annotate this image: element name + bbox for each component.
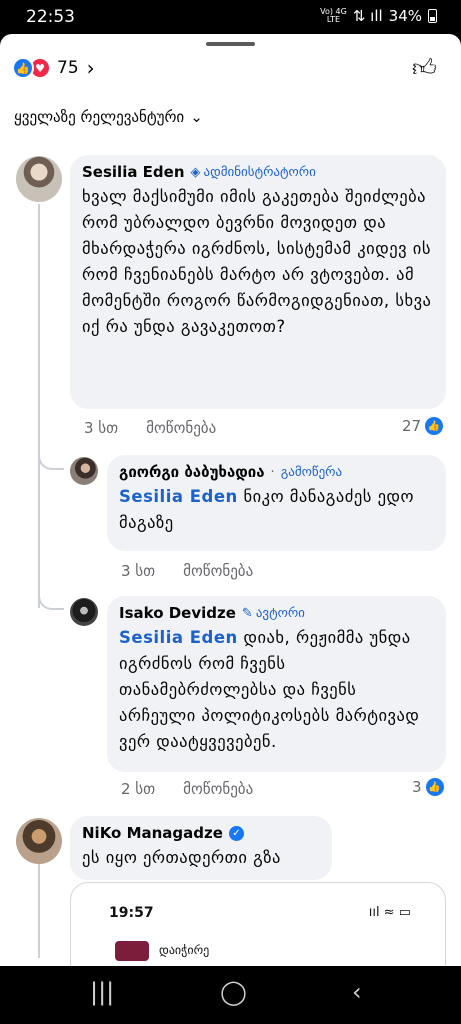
thread-line (38, 204, 40, 608)
screenshot-app-icon (115, 941, 149, 961)
sort-label: ყველაზე რელევანტური (14, 108, 185, 126)
thumbs-up-icon: 👍 (425, 778, 444, 796)
reactions-count: 75 (57, 58, 79, 78)
pencil-icon: ✎ (241, 605, 253, 621)
reply-text: Sesilia Eden ნიკო მანაგაძეს ედო მაგაზე (119, 487, 414, 532)
comment-time[interactable]: 3 სთ (84, 419, 118, 437)
reply-actions: 3 სთ მოწონება (121, 562, 253, 580)
battery-icon (428, 9, 437, 23)
screenshot-time: 19:57 (109, 905, 154, 921)
reply-bubble: Isako Devidze ✎ ავტორი Sesilia Eden დიახ… (107, 596, 446, 772)
thumbs-up-outline-icon: 👍︎ (411, 54, 437, 82)
home-icon[interactable]: ◯ (220, 978, 247, 1006)
comment-author[interactable]: NiKo Managadze (82, 824, 223, 842)
comment-like-count[interactable]: 27 👍 (402, 417, 444, 435)
back-icon[interactable]: ‹ (352, 978, 362, 1006)
status-time: 22:53 (26, 7, 75, 27)
like-button[interactable]: მოწონება (183, 562, 253, 580)
comment-text: ხვალ მაქსიმუმი იმის გაკეთება შეიძლება რო… (82, 187, 432, 336)
system-nav-bar: ||| ◯ ‹ (0, 966, 461, 1024)
reply-time[interactable]: 2 სთ (121, 780, 155, 798)
like-button[interactable]: მოწონება (146, 419, 216, 437)
avatar[interactable] (16, 818, 62, 864)
attached-screenshot[interactable]: 19:57 ııl ≈ ▭ დაიჭირე (70, 882, 446, 966)
battery-text: 34% (388, 7, 422, 25)
reactions-summary[interactable]: 👍 ♥ 75 › (12, 56, 95, 80)
status-icons: Vo) 4G LTE ⇅ ıll 34% (320, 7, 437, 25)
comment-bubble: NiKo Managadze ✓ ეს იყო ერთადერთი გზა (70, 816, 332, 880)
comment-bubble: Sesilia Eden ◈ ადმინისტრატორი ხვალ მაქსი… (70, 155, 446, 409)
thumbs-up-icon: 👍 (425, 417, 444, 435)
comment-text: ეს იყო ერთადერთი გზა (82, 848, 281, 867)
comment-author[interactable]: Sesilia Eden (82, 163, 185, 181)
reply-text: Sesilia Eden დიახ, რეჟიმმა უნდა იგრძნოს … (119, 628, 420, 751)
thread-connector-reply-2 (38, 584, 64, 610)
chevron-right-icon: › (86, 56, 95, 80)
comment-actions: 3 სთ მოწონება (84, 419, 216, 437)
reply-author[interactable]: გიორგი ბაბუხადია (119, 463, 265, 481)
status-bar: 22:53 Vo) 4G LTE ⇅ ıll 34% (0, 0, 461, 34)
recent-apps-icon[interactable]: ||| (90, 978, 114, 1006)
like-post-button[interactable]: 👍︎ (412, 54, 437, 83)
thumbs-up-icon: 👍 (12, 57, 34, 79)
verified-check-icon: ✓ (228, 825, 244, 841)
network-indicator: Vo) 4G LTE (320, 7, 347, 24)
mention-link[interactable]: Sesilia Eden (119, 487, 238, 506)
reply-bubble: გიორგი ბაბუხადია · გამოწერა Sesilia Eden… (107, 455, 446, 551)
reply-actions: 2 სთ მოწონება (121, 780, 253, 798)
diamond-shield-icon: ◈ (190, 164, 201, 180)
reply-author[interactable]: Isako Devidze (119, 604, 236, 622)
avatar[interactable] (70, 457, 98, 485)
chevron-down-icon: ⌄ (190, 108, 203, 126)
reply-time[interactable]: 3 სთ (121, 562, 155, 580)
sheet-drag-handle[interactable] (206, 42, 255, 46)
admin-badge: ◈ ადმინისტრატორი (190, 164, 316, 180)
thread-connector-reply-1 (38, 444, 64, 470)
reply-like-count[interactable]: 3 👍 (412, 778, 444, 796)
screenshot-status-icons: ııl ≈ ▭ (368, 905, 411, 920)
comments-sheet: 👍 ♥ 75 › 👍︎ ყველაზე რელევანტური ⌄ Sesili… (0, 34, 461, 966)
avatar[interactable] (16, 156, 62, 202)
screenshot-app-label: დაიჭირე (159, 943, 210, 957)
sort-dropdown[interactable]: ყველაზე რელევანტური ⌄ (14, 108, 203, 126)
author-badge: ✎ ავტორი (241, 605, 305, 621)
like-button[interactable]: მოწონება (183, 780, 253, 798)
signal-icon: ⇅ ıll (352, 7, 383, 25)
mention-link[interactable]: Sesilia Eden (119, 628, 238, 647)
avatar[interactable] (70, 598, 98, 626)
follow-button[interactable]: გამოწერა (281, 465, 342, 480)
